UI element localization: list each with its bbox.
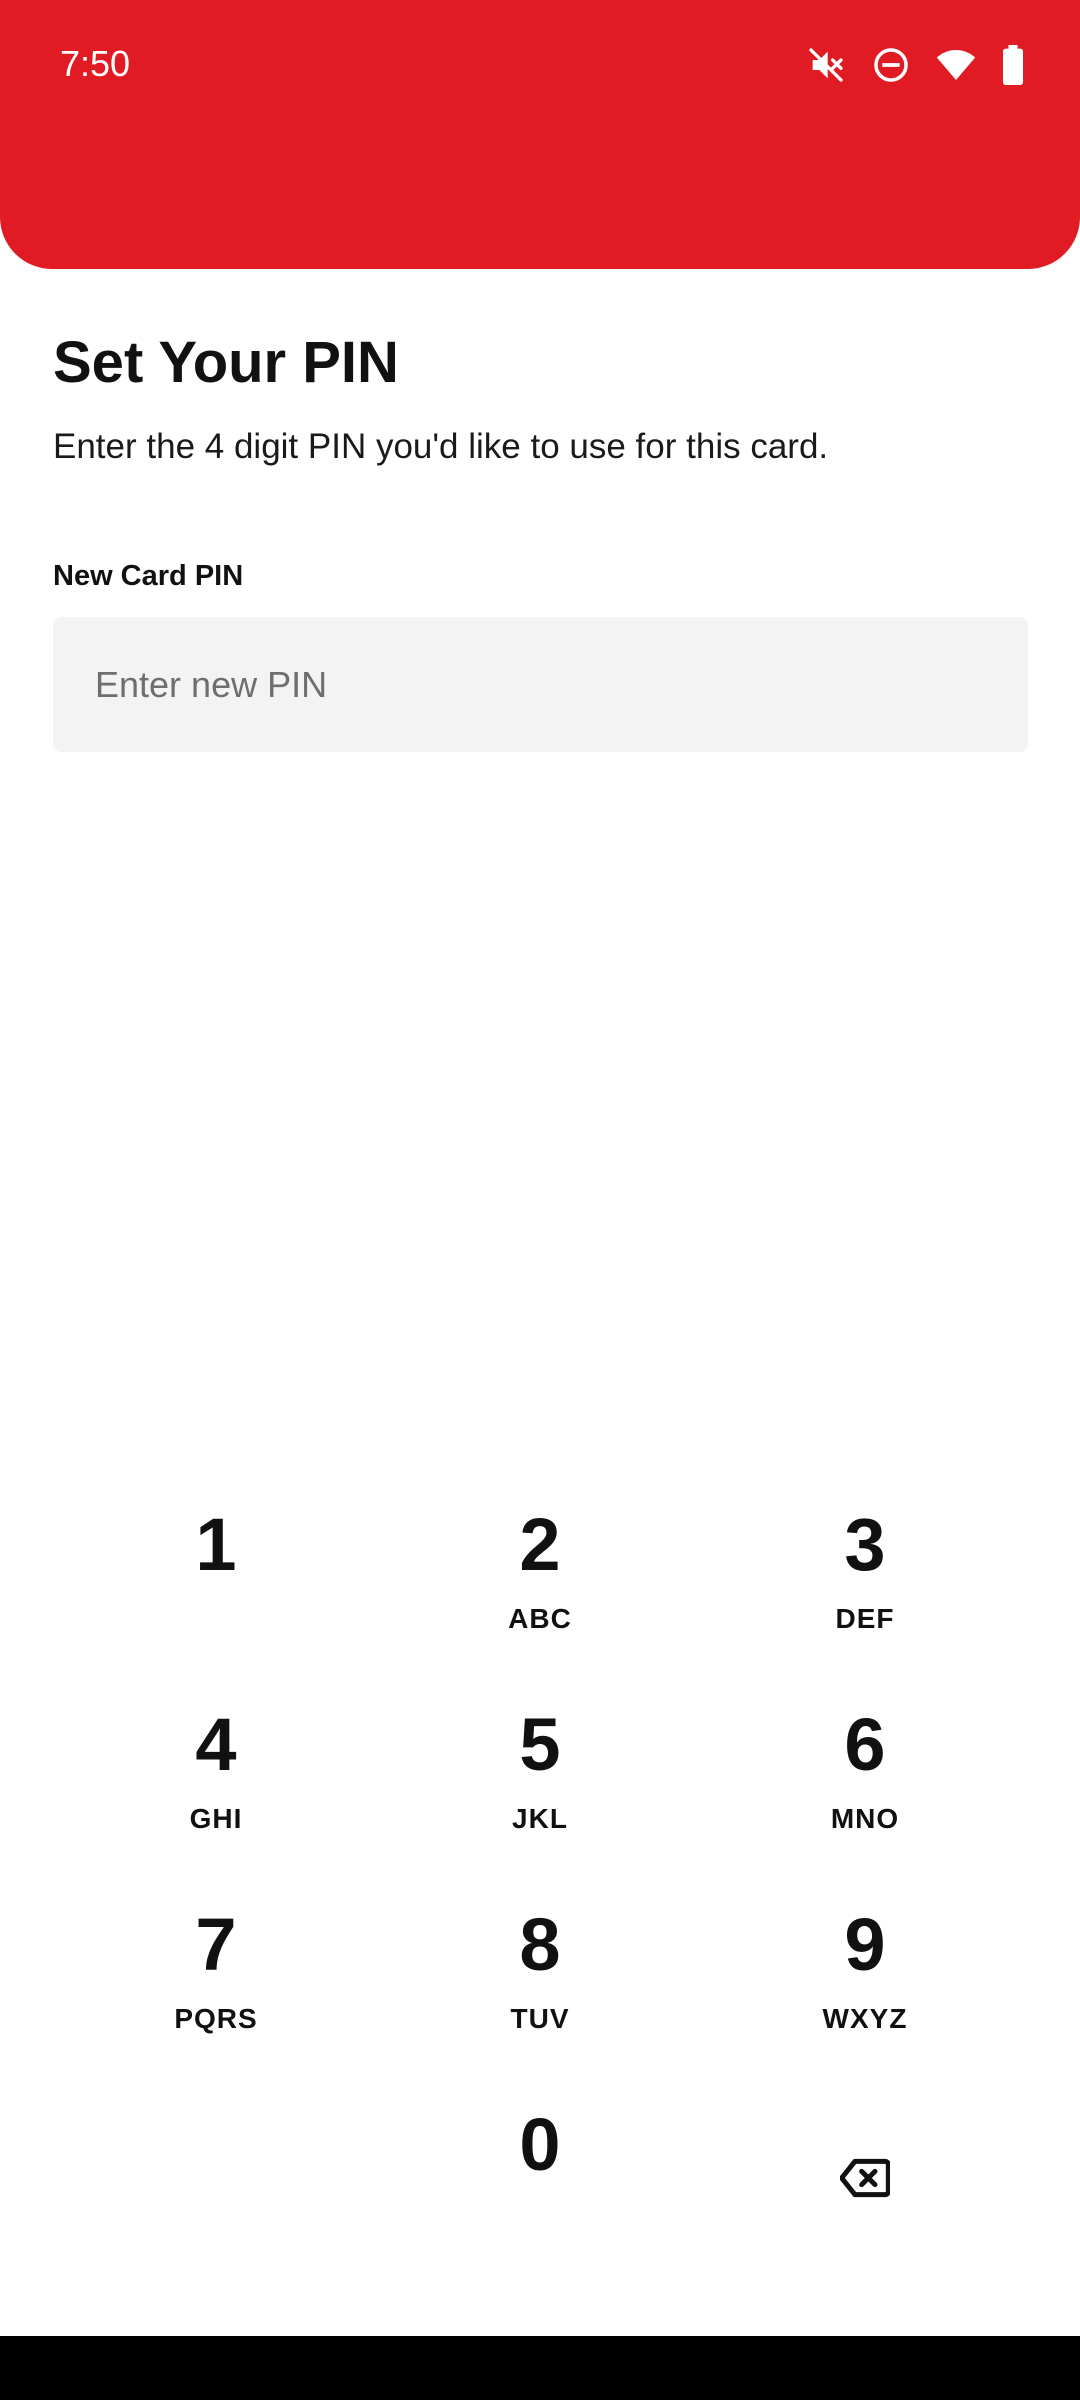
- key-letters: PQRS: [174, 2003, 258, 2034]
- backspace-button[interactable]: [715, 2070, 1015, 2260]
- page-title: Set Your PIN: [53, 330, 399, 395]
- key-digit: 0: [519, 2103, 561, 2186]
- key-9[interactable]: 9 WXYZ: [715, 1870, 1015, 2060]
- home-gesture-handle[interactable]: [398, 2254, 682, 2264]
- key-5[interactable]: 5 JKL: [390, 1670, 690, 1860]
- key-digit: 2: [519, 1503, 561, 1586]
- key-letters: MNO: [830, 1803, 900, 1834]
- key-digit: 7: [195, 1903, 237, 1986]
- key-letters: TUV: [510, 2003, 570, 2034]
- key-digit: 6: [844, 1703, 886, 1786]
- key-0[interactable]: 0: [390, 2070, 690, 2260]
- key-2[interactable]: 2 ABC: [390, 1470, 690, 1660]
- key-6[interactable]: 6 MNO: [715, 1670, 1015, 1860]
- key-digit: 4: [195, 1703, 237, 1786]
- key-letters: ABC: [508, 1603, 572, 1634]
- system-nav-bar: [0, 2336, 1080, 2400]
- key-letters: WXYZ: [822, 2003, 908, 2034]
- app-header: 7:50: [0, 0, 1080, 269]
- pin-field-label: New Card PIN: [53, 560, 244, 592]
- key-8[interactable]: 8 TUV: [390, 1870, 690, 2060]
- status-time: 7:50: [60, 43, 131, 84]
- battery-icon: [1002, 45, 1024, 85]
- mute-icon: [806, 45, 846, 85]
- key-4[interactable]: 4 GHI: [66, 1670, 366, 1860]
- wifi-icon: [936, 48, 976, 82]
- key-7[interactable]: 7 PQRS: [66, 1870, 366, 2060]
- do-not-disturb-icon: [872, 46, 910, 84]
- key-digit: 5: [519, 1703, 561, 1786]
- backspace-icon: [839, 2128, 891, 2203]
- key-digit: 1: [195, 1503, 237, 1586]
- key-letters: DEF: [835, 1603, 895, 1634]
- key-letters: JKL: [512, 1803, 568, 1834]
- key-digit: 8: [519, 1903, 561, 1986]
- key-3[interactable]: 3 DEF: [715, 1470, 1015, 1660]
- new-pin-input[interactable]: [53, 617, 1028, 752]
- numeric-keypad: 1 2 ABC 3 DEF 4 GHI 5 JKL 6 MNO 7 PQRS 8…: [0, 1470, 1080, 2270]
- key-1[interactable]: 1: [66, 1470, 366, 1660]
- page-subtitle: Enter the 4 digit PIN you'd like to use …: [53, 427, 829, 466]
- key-digit: 3: [844, 1503, 886, 1586]
- status-icons: [806, 42, 1024, 88]
- key-letters: GHI: [189, 1803, 243, 1834]
- key-digit: 9: [844, 1903, 886, 1986]
